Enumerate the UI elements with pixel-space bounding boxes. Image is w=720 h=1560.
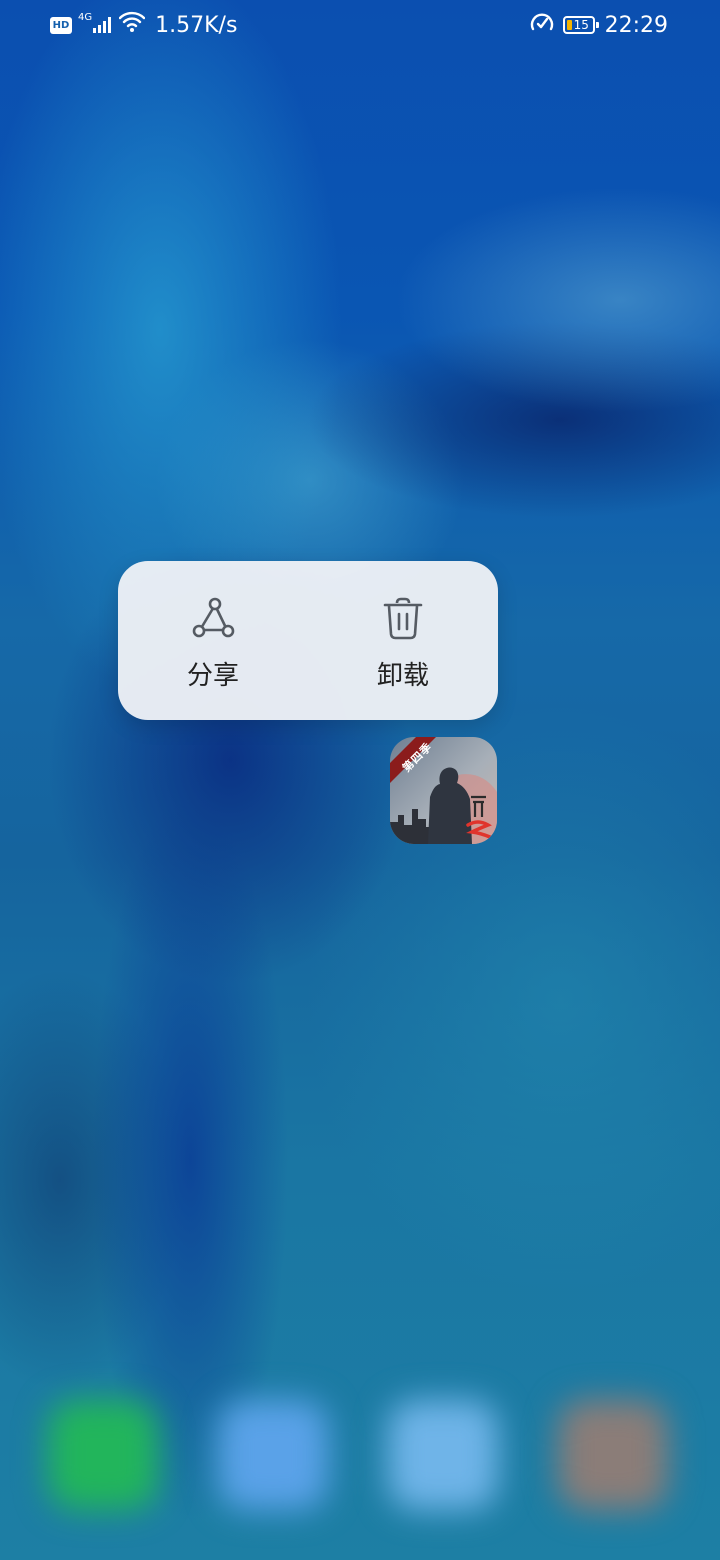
home-screen: HD 4G 1.57K/s 15 22:29 分享 卸载 第四季 xyxy=(0,0,720,1560)
battery-icon: 15 xyxy=(562,16,599,34)
uninstall-label: 卸载 xyxy=(376,661,429,691)
status-right: 15 22:29 xyxy=(529,10,668,40)
share-button[interactable]: 分享 xyxy=(118,561,308,720)
network-type-label: 4G xyxy=(78,11,93,23)
network-speed: 1.57K/s xyxy=(155,12,238,38)
phone-icon xyxy=(48,1400,158,1510)
camera-icon xyxy=(558,1400,668,1510)
battery-fill xyxy=(566,20,572,30)
battery-level: 15 xyxy=(573,18,589,32)
wifi-icon xyxy=(118,11,146,39)
battery-cap xyxy=(595,22,599,28)
status-bar: HD 4G 1.57K/s 15 22:29 xyxy=(0,0,720,50)
browser-icon xyxy=(388,1400,498,1510)
hd-icon: HD xyxy=(50,16,72,34)
selected-app-icon[interactable]: 第四季 xyxy=(390,737,497,844)
uninstall-button[interactable]: 卸载 xyxy=(308,561,498,720)
share-label: 分享 xyxy=(186,661,239,691)
wallpaper xyxy=(0,0,720,1560)
app-context-menu: 分享 卸载 xyxy=(118,561,498,720)
share-icon xyxy=(189,595,237,643)
clock: 22:29 xyxy=(604,12,668,38)
trash-icon xyxy=(379,595,427,643)
signal-icon xyxy=(93,17,113,33)
messages-icon xyxy=(218,1400,328,1510)
boost-icon xyxy=(529,10,555,40)
status-left: HD 4G 1.57K/s xyxy=(50,10,237,40)
